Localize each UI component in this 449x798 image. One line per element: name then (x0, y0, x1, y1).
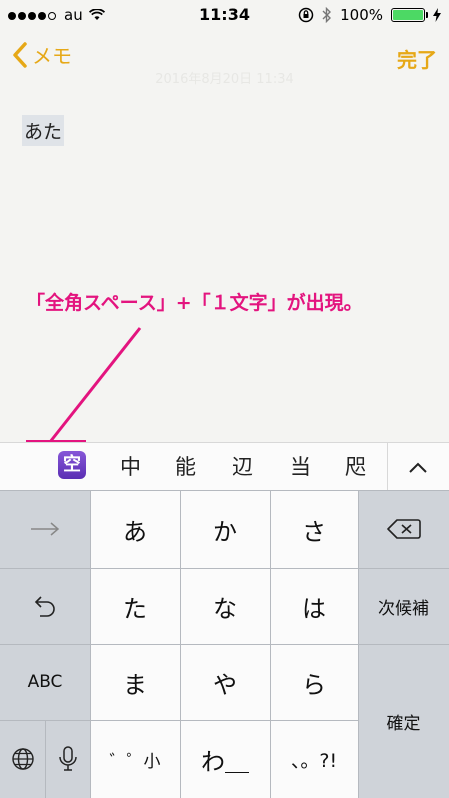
delete-backspace-icon (386, 519, 421, 539)
note-date: 2016年8月20日 11:34 (155, 72, 294, 87)
kana-key-wa[interactable]: わ＿ (180, 720, 270, 798)
battery-icon (391, 8, 428, 22)
undo-icon (34, 596, 55, 617)
expand-candidates-button[interactable] (387, 443, 449, 491)
status-right: 100% (298, 6, 441, 24)
next-input-key[interactable] (0, 490, 90, 568)
space-candidate-badge[interactable]: 空 (58, 451, 86, 479)
charging-icon (433, 8, 441, 22)
next-candidate-key[interactable]: 次候補 (358, 568, 449, 644)
confirm-key[interactable]: 確定 (358, 644, 449, 798)
kana-key-ya[interactable]: や (180, 644, 270, 720)
key-divider (0, 644, 449, 645)
dictation-key[interactable] (45, 720, 90, 798)
bluetooth-icon (322, 7, 332, 23)
back-label: メモ (32, 44, 72, 68)
key-divider (45, 720, 46, 798)
annotation-label: 「全角スペース」+「１文字」が出現。 (26, 292, 363, 314)
back-button[interactable]: メモ (12, 40, 72, 69)
key-divider (0, 720, 358, 721)
candidate-item[interactable]: 咫 (345, 451, 366, 481)
chevron-left-icon (13, 41, 27, 68)
arrow-right-icon (31, 522, 60, 536)
key-divider (0, 490, 449, 491)
candidate-item[interactable]: 辺 (232, 451, 253, 481)
undo-key[interactable] (0, 568, 90, 644)
abc-key[interactable]: ABC (0, 644, 90, 720)
kana-key-a[interactable]: あ (90, 490, 180, 568)
kana-key-ta[interactable]: た (90, 568, 180, 644)
microphone-icon (58, 746, 77, 771)
candidate-item[interactable]: 当 (290, 451, 311, 481)
chevron-up-icon (409, 462, 427, 473)
kana-key-ka[interactable]: か (180, 490, 270, 568)
globe-icon (11, 748, 34, 770)
delete-key[interactable] (358, 490, 449, 568)
globe-key[interactable] (0, 720, 45, 798)
battery-percent: 100% (340, 6, 383, 24)
kana-key-na[interactable]: な (180, 568, 270, 644)
punctuation-key[interactable]: 、。?! (270, 720, 358, 798)
candidate-item[interactable]: 能 (175, 451, 196, 481)
candidate-bar: 空 中 能 辺 当 咫 (0, 442, 449, 491)
candidate-item[interactable]: 中 (120, 451, 141, 481)
kana-key-ra[interactable]: ら (270, 644, 358, 720)
kana-keyboard: ABC あ か さ た な は ま や ら ゛゜小 わ＿ 、。?! 次候補 確定 (0, 490, 449, 798)
kana-key-ha[interactable]: は (270, 568, 358, 644)
status-bar: au 11:34 100% (0, 0, 449, 30)
key-divider (0, 568, 449, 569)
rotation-lock-icon (298, 7, 314, 23)
dakuten-key[interactable]: ゛゜小 (90, 720, 180, 798)
kana-key-sa[interactable]: さ (270, 490, 358, 568)
note-text-input[interactable]: あた (22, 115, 65, 146)
kana-key-ma[interactable]: ま (90, 644, 180, 720)
